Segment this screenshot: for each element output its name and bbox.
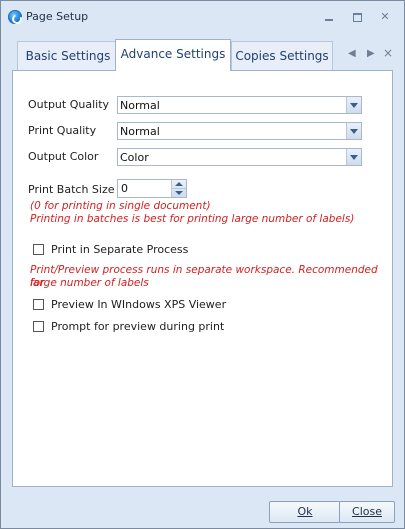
close-button[interactable]: Close [339, 501, 395, 523]
tab-close-icon[interactable]: × [383, 46, 393, 60]
ok-button-label: Ok [297, 505, 313, 518]
tab-scroll-right-icon[interactable]: ▶ [367, 48, 375, 59]
print-quality-label: Print Quality [28, 124, 97, 137]
ok-button[interactable]: Ok [269, 501, 341, 523]
output-quality-label: Output Quality [28, 98, 110, 111]
separate-process-checkbox[interactable] [33, 244, 44, 255]
print-quality-value: Normal [120, 125, 160, 138]
preview-xps-label[interactable]: Preview In WIndows XPS Viewer [51, 298, 226, 311]
tab-copies-settings[interactable]: Copies Settings [231, 41, 333, 70]
preview-xps-checkbox[interactable] [33, 299, 44, 310]
chevron-down-icon[interactable] [346, 97, 361, 113]
spinner-buttons [171, 180, 186, 197]
close-button-label: Close [352, 505, 382, 518]
batch-hint-line1: (0 for printing in single document) [30, 200, 211, 212]
chevron-down-icon[interactable] [346, 149, 361, 165]
print-batch-size-label: Print Batch Size [28, 183, 115, 196]
print-batch-size-value: 0 [121, 182, 128, 195]
prompt-preview-label[interactable]: Prompt for preview during print [51, 320, 224, 333]
output-color-label: Output Color [28, 150, 99, 163]
print-quality-dropdown[interactable]: Normal [117, 122, 362, 140]
tab-strip: Basic Settings Advance Settings Copies S… [12, 39, 393, 71]
minimize-icon[interactable] [322, 10, 336, 24]
process-hint-line2: large number of labels [30, 277, 149, 289]
spin-down-icon[interactable] [172, 189, 186, 197]
spin-up-icon[interactable] [172, 180, 186, 189]
print-batch-size-spinner[interactable]: 0 [117, 179, 187, 198]
page-setup-window: Page Setup ✕ Basic Settings Advance Sett… [0, 0, 405, 529]
title-bar: Page Setup ✕ [1, 1, 404, 32]
close-icon[interactable]: ✕ [378, 10, 392, 24]
output-quality-value: Normal [120, 99, 160, 112]
app-logo-icon [8, 10, 22, 24]
prompt-preview-checkbox[interactable] [33, 321, 44, 332]
separate-process-label[interactable]: Print in Separate Process [51, 243, 188, 256]
output-color-dropdown[interactable]: Color [117, 148, 362, 166]
tab-advance-settings[interactable]: Advance Settings [115, 39, 231, 71]
batch-hint-line2: Printing in batches is best for printing… [30, 213, 355, 225]
chevron-down-icon[interactable] [346, 123, 361, 139]
maximize-icon[interactable] [350, 10, 364, 24]
advance-settings-panel: Output Quality Normal Print Quality Norm… [12, 70, 393, 487]
tab-scroll-left-icon[interactable]: ◀ [348, 48, 356, 59]
window-title: Page Setup [26, 10, 89, 23]
tab-basic-settings[interactable]: Basic Settings [17, 41, 119, 70]
output-color-value: Color [120, 151, 149, 164]
output-quality-dropdown[interactable]: Normal [117, 96, 362, 114]
